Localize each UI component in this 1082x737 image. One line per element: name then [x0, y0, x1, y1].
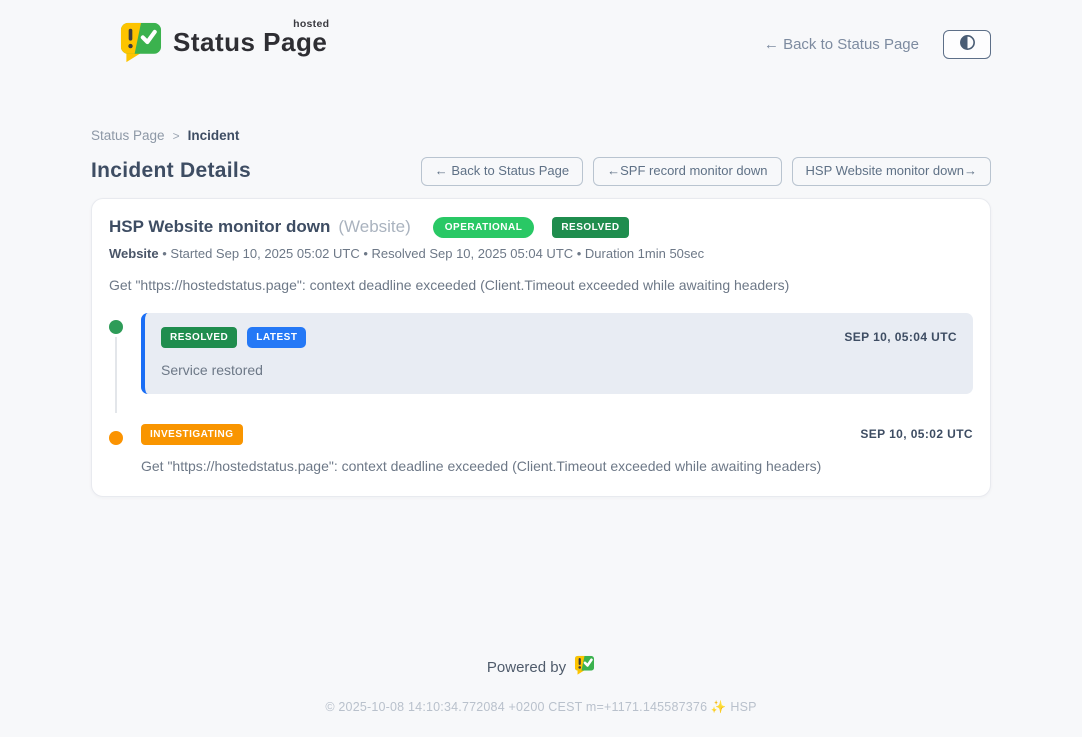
- timeline-dot-orange: [109, 431, 123, 445]
- timeline-gap: [109, 394, 973, 424]
- timeline-entry-header: RESOLVED LATEST SEP 10, 05:04 UTC: [161, 327, 957, 348]
- powered-by-link[interactable]: Powered by: [91, 655, 991, 680]
- header-actions: ← Back to Status Page: [764, 30, 991, 59]
- incident-scope: (Website): [338, 217, 410, 237]
- latest-badge: LATEST: [247, 327, 306, 348]
- copyright-brand: HSP: [730, 700, 756, 714]
- prev-incident-button[interactable]: ←SPF record monitor down: [593, 157, 781, 186]
- incident-monitor-name: Website: [109, 246, 159, 261]
- incident-meta-details: • Started Sep 10, 2025 05:02 UTC • Resol…: [162, 246, 704, 261]
- brand-name: Status Page hosted: [173, 27, 327, 58]
- brand-hosted-label: hosted: [293, 18, 329, 30]
- statuspage-logo-icon: [119, 21, 163, 68]
- timeline-entry-timestamp: SEP 10, 05:02 UTC: [860, 427, 973, 441]
- timeline-entry-message: Service restored: [161, 362, 957, 378]
- sparkles-icon: ✨: [711, 700, 727, 714]
- hsp-logo-icon: [574, 655, 595, 680]
- timeline-entry-investigating: INVESTIGATING SEP 10, 05:02 UTC Get "htt…: [109, 424, 973, 474]
- incident-title-row: HSP Website monitor down (Website) OPERA…: [109, 217, 973, 238]
- title-row: Incident Details ← Back to Status Page ←…: [91, 157, 991, 186]
- incident-timeline: RESOLVED LATEST SEP 10, 05:04 UTC Servic…: [109, 313, 973, 474]
- breadcrumb-status-page[interactable]: Status Page: [91, 128, 165, 143]
- investigating-badge: INVESTIGATING: [141, 424, 243, 445]
- incident-description: Get "https://hostedstatus.page": context…: [109, 277, 973, 293]
- incident-card: HSP Website monitor down (Website) OPERA…: [91, 198, 991, 497]
- header: Status Page hosted ← Back to Status Page: [91, 0, 991, 76]
- timeline-entry-card: RESOLVED LATEST SEP 10, 05:04 UTC Servic…: [141, 313, 973, 394]
- operational-status-badge: OPERATIONAL: [433, 217, 535, 238]
- resolved-badge: RESOLVED: [161, 327, 237, 348]
- timeline-entry-body: INVESTIGATING SEP 10, 05:02 UTC Get "htt…: [141, 424, 973, 474]
- page-title: Incident Details: [91, 159, 251, 183]
- breadcrumb: Status Page > Incident: [91, 128, 991, 143]
- copyright-line: © 2025-10-08 14:10:34.772084 +0200 CEST …: [91, 700, 991, 715]
- main-content: Status Page > Incident Incident Details …: [91, 128, 991, 715]
- brand-logo[interactable]: Status Page hosted: [91, 21, 327, 68]
- timeline-entry-resolved: RESOLVED LATEST SEP 10, 05:04 UTC Servic…: [109, 313, 973, 394]
- back-to-status-page-button[interactable]: ← Back to Status Page: [421, 157, 583, 186]
- incident-nav-buttons: ← Back to Status Page ←SPF record monito…: [421, 157, 991, 186]
- brand-main-text: Status Page: [173, 27, 327, 57]
- copyright-text: © 2025-10-08 14:10:34.772084 +0200 CEST …: [325, 700, 707, 714]
- powered-by-text: Powered by: [487, 659, 566, 676]
- timeline-entry-badges: RESOLVED LATEST: [161, 327, 306, 348]
- header-back-link[interactable]: ← Back to Status Page: [764, 36, 919, 53]
- incident-title: HSP Website monitor down: [109, 217, 330, 237]
- theme-toggle-button[interactable]: [943, 30, 991, 59]
- footer: Powered by © 2025-10-08 14:10:34.772084 …: [91, 655, 991, 715]
- timeline-entry-timestamp: SEP 10, 05:04 UTC: [844, 330, 957, 344]
- breadcrumb-incident: Incident: [188, 128, 240, 143]
- timeline-entry-header: INVESTIGATING SEP 10, 05:02 UTC: [141, 424, 973, 445]
- timeline-dot-green: [109, 320, 123, 334]
- breadcrumb-separator: >: [173, 129, 180, 143]
- timeline-entry-message: Get "https://hostedstatus.page": context…: [141, 458, 973, 474]
- resolved-status-badge: RESOLVED: [552, 217, 628, 238]
- incident-meta: Website • Started Sep 10, 2025 05:02 UTC…: [109, 246, 973, 261]
- half-circle-icon: [958, 33, 977, 55]
- timeline-entry-badges: INVESTIGATING: [141, 424, 243, 445]
- next-incident-button[interactable]: HSP Website monitor down→: [792, 157, 991, 186]
